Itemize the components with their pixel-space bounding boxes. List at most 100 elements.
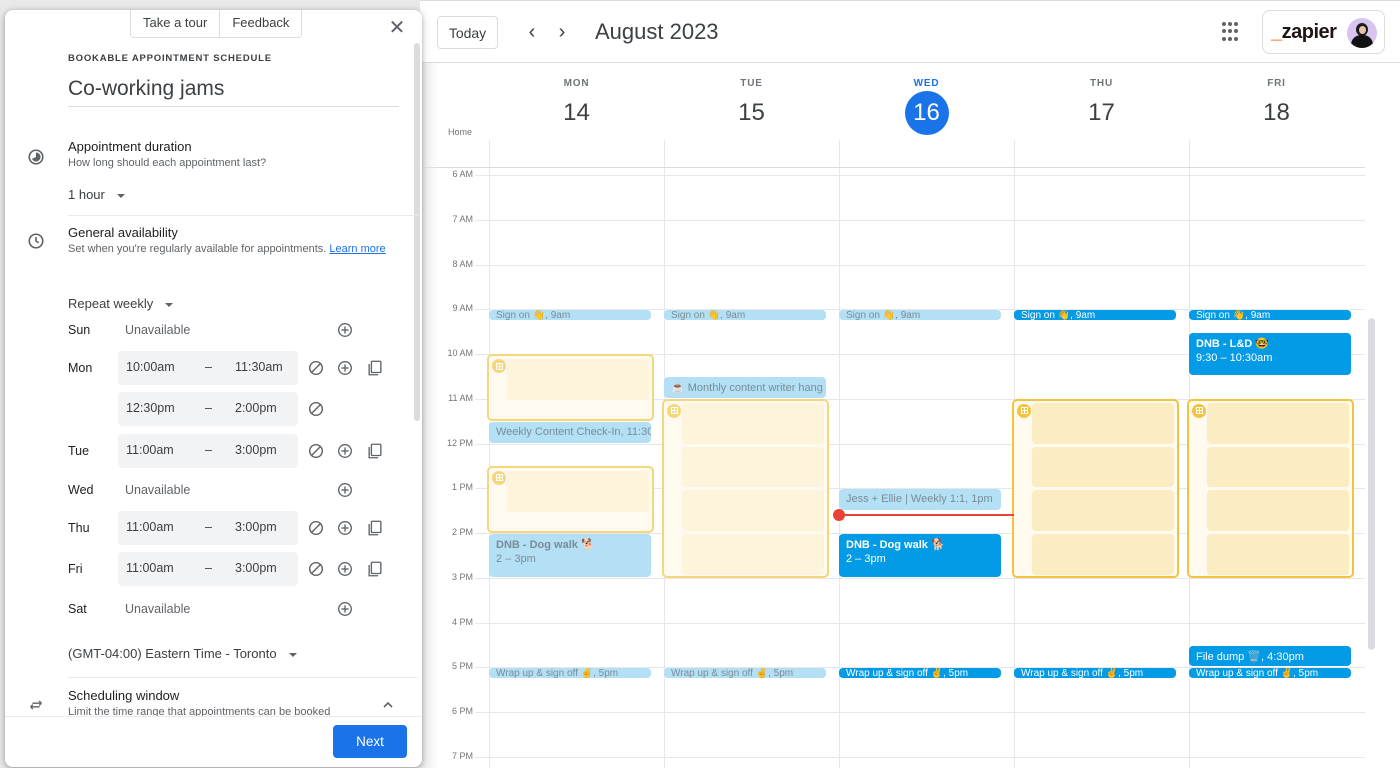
- add-circle-icon[interactable]: [336, 442, 354, 460]
- add-circle-icon[interactable]: [336, 359, 354, 377]
- day-header-wed[interactable]: WED 16: [839, 78, 1014, 135]
- event-title: Sign on 👋, 9am: [496, 310, 571, 321]
- calendar-event[interactable]: ☕ Monthly content writer hang: [664, 377, 826, 398]
- calendar-event[interactable]: Wrap up & sign off ✌️, 5pm: [664, 668, 826, 679]
- calendar-event[interactable]: Wrap up & sign off ✌️, 5pm: [1189, 668, 1351, 679]
- avatar[interactable]: [1347, 18, 1377, 48]
- bookable-slot[interactable]: [1012, 398, 1179, 578]
- end-time-input[interactable]: 2:00pm: [235, 401, 277, 415]
- chevron-up-icon[interactable]: [381, 698, 395, 712]
- start-time-input[interactable]: 11:00am: [126, 561, 174, 575]
- calendar-event[interactable]: Sign on 👋, 9am: [1014, 310, 1176, 321]
- bookable-slot[interactable]: [1187, 398, 1354, 578]
- slot-block[interactable]: [1207, 534, 1349, 575]
- slot-block[interactable]: [1032, 534, 1174, 575]
- slot-block[interactable]: [682, 402, 824, 444]
- calendar-event[interactable]: Wrap up & sign off ✌️, 5pm: [489, 668, 651, 679]
- copy-icon[interactable]: [366, 359, 384, 377]
- copy-icon[interactable]: [366, 560, 384, 578]
- add-circle-icon[interactable]: [336, 600, 354, 618]
- slot-block[interactable]: [682, 490, 824, 531]
- start-time-input[interactable]: 11:00am: [126, 520, 174, 534]
- block-icon[interactable]: [307, 359, 325, 377]
- slot-block[interactable]: [1032, 402, 1174, 444]
- hour-gridline: [475, 219, 1365, 221]
- day-label: Sat: [68, 602, 87, 616]
- account-switcher[interactable]: _zapier: [1262, 10, 1385, 54]
- day-number[interactable]: 14: [555, 91, 599, 135]
- calendar-event[interactable]: DNB - Dog walk 🐕 2 – 3pm: [489, 534, 651, 577]
- end-time-input[interactable]: 3:00pm: [235, 520, 277, 534]
- end-time-input[interactable]: 3:00pm: [235, 561, 277, 575]
- add-circle-icon[interactable]: [336, 321, 354, 339]
- slot-block[interactable]: [682, 534, 824, 575]
- block-icon[interactable]: [307, 400, 325, 418]
- add-circle-icon[interactable]: [336, 560, 354, 578]
- schedule-title-input[interactable]: Co-working jams: [68, 77, 399, 107]
- slot-block[interactable]: [507, 359, 649, 400]
- learn-more-link[interactable]: Learn more: [329, 243, 385, 255]
- next-button[interactable]: Next: [333, 725, 407, 758]
- block-icon[interactable]: [307, 442, 325, 460]
- calendar-scrollbar[interactable]: [1368, 318, 1375, 650]
- calendar-event[interactable]: DNB - Dog walk 🐕 2 – 3pm: [839, 534, 1001, 577]
- time-grid: 6 AM 7 AM 8 AM 9 AM 10 AM 11 AM 12 PM 1 PM 2 PM 3…: [420, 140, 1365, 768]
- calendar-event[interactable]: Weekly Content Check-In, 11:30: [489, 422, 651, 443]
- add-circle-icon[interactable]: [336, 519, 354, 537]
- day-number[interactable]: 17: [1080, 91, 1124, 135]
- calendar-event[interactable]: DNB - L&D 🤓 9:30 – 10:30am: [1189, 332, 1351, 376]
- add-circle-icon[interactable]: [336, 481, 354, 499]
- day-name: FRI: [1267, 78, 1286, 89]
- calendar-event[interactable]: Sign on 👋, 9am: [1189, 310, 1351, 321]
- appointment-schedule-panel: Take a tour Feedback ✕ BOOKABLE APPOINTM…: [5, 10, 422, 767]
- feedback-button[interactable]: Feedback: [220, 10, 301, 37]
- start-time-input[interactable]: 11:00am: [126, 443, 174, 457]
- block-icon[interactable]: [307, 519, 325, 537]
- day-header-tue[interactable]: TUE 15: [664, 78, 839, 135]
- slot-block[interactable]: [507, 470, 649, 512]
- close-icon[interactable]: ✕: [387, 18, 407, 38]
- bookable-slot[interactable]: [487, 354, 654, 422]
- calendar-event[interactable]: File dump 🗑️, 4:30pm: [1189, 645, 1351, 667]
- calendar-event[interactable]: Wrap up & sign off ✌️, 5pm: [1014, 668, 1176, 679]
- calendar-event[interactable]: Wrap up & sign off ✌️, 5pm: [839, 668, 1001, 679]
- hour-gridline: [475, 264, 1365, 266]
- day-header-fri[interactable]: FRI 18: [1189, 78, 1364, 135]
- slot-block[interactable]: [1032, 490, 1174, 531]
- swap-arrows-icon: [30, 700, 42, 710]
- day-header-thu[interactable]: THU 17: [1014, 78, 1189, 135]
- duration-dropdown[interactable]: 1 hour: [68, 187, 125, 202]
- timezone-dropdown[interactable]: (GMT-04:00) Eastern Time - Toronto: [68, 646, 297, 661]
- today-button[interactable]: Today: [437, 16, 498, 49]
- day-header-mon[interactable]: MON 14: [489, 78, 664, 135]
- panel-kicker: BOOKABLE APPOINTMENT SCHEDULE: [68, 53, 272, 64]
- calendar-event[interactable]: Sign on 👋, 9am: [839, 310, 1001, 321]
- bookable-slot[interactable]: [487, 465, 654, 533]
- slot-block[interactable]: [1207, 490, 1349, 531]
- slot-block[interactable]: [1207, 446, 1349, 488]
- slot-block[interactable]: [1032, 446, 1174, 488]
- day-number[interactable]: 18: [1255, 91, 1299, 135]
- end-time-input[interactable]: 3:00pm: [235, 443, 277, 457]
- start-time-input[interactable]: 10:00am: [126, 360, 175, 374]
- calendar-event[interactable]: Sign on 👋, 9am: [664, 310, 826, 321]
- panel-scrollbar[interactable]: [414, 43, 420, 421]
- copy-icon[interactable]: [366, 519, 384, 537]
- bookable-slot[interactable]: [662, 398, 829, 578]
- calendar-event[interactable]: Jess + Ellie | Weekly 1:1, 1pm: [839, 489, 1001, 510]
- slot-block[interactable]: [1207, 402, 1349, 444]
- day-number[interactable]: 15: [730, 91, 774, 135]
- time-range: 11:00am – 3:00pm: [118, 552, 298, 586]
- next-week-button[interactable]: ›: [550, 20, 574, 44]
- apps-grid-icon[interactable]: [1222, 22, 1242, 42]
- end-time-input[interactable]: 11:30am: [235, 360, 283, 374]
- block-icon[interactable]: [307, 560, 325, 578]
- take-tour-button[interactable]: Take a tour: [131, 10, 221, 37]
- repeat-dropdown[interactable]: Repeat weekly: [68, 296, 174, 311]
- day-number[interactable]: 16: [904, 91, 949, 135]
- copy-icon[interactable]: [366, 442, 384, 460]
- previous-week-button[interactable]: ‹: [520, 20, 544, 44]
- calendar-event[interactable]: Sign on 👋, 9am: [489, 310, 651, 321]
- slot-block[interactable]: [682, 446, 824, 488]
- start-time-input[interactable]: 12:30pm: [126, 401, 175, 415]
